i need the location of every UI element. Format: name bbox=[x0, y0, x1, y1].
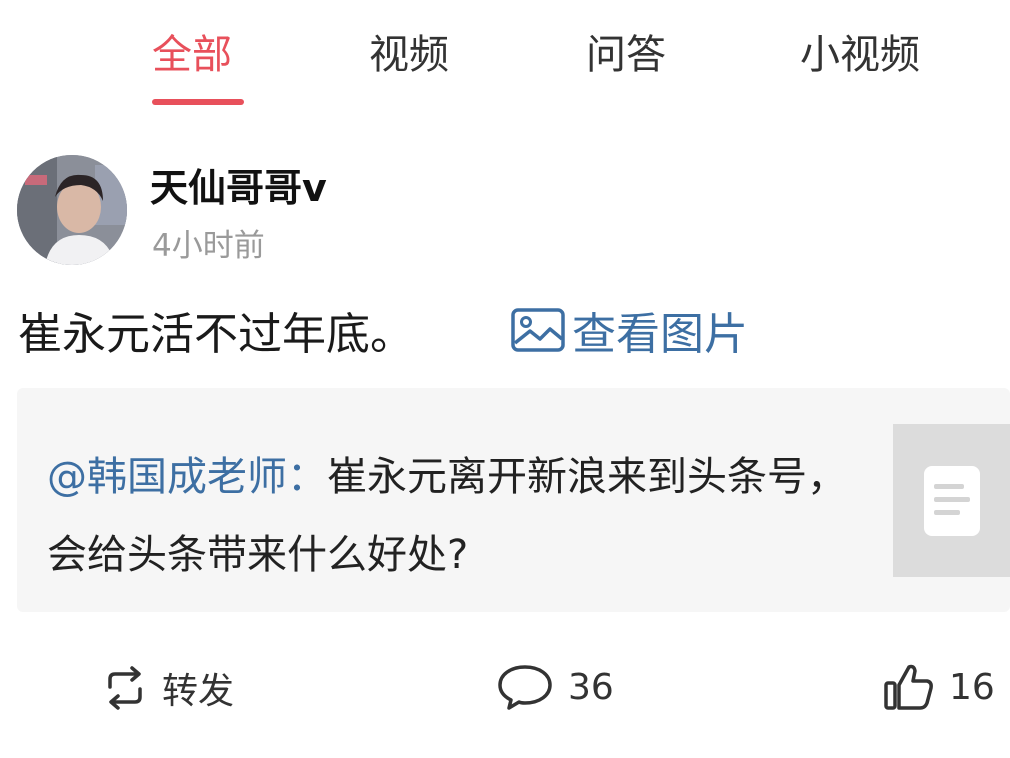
tab-short-video[interactable]: 小视频 bbox=[800, 22, 920, 80]
quoted-post-card[interactable]: @韩国成老师：崔永元离开新浪来到头条号，会给头条带来什么好处? bbox=[17, 388, 1010, 612]
comment-icon bbox=[498, 665, 552, 710]
post-timestamp: 4小时前 bbox=[152, 228, 265, 264]
view-images-label: 查看图片 bbox=[572, 309, 748, 360]
picture-icon bbox=[511, 308, 565, 352]
tab-qa[interactable]: 问答 bbox=[586, 22, 666, 80]
repost-button[interactable]: 转发 bbox=[102, 662, 234, 714]
like-icon bbox=[884, 664, 933, 710]
repost-label: 转发 bbox=[162, 671, 235, 712]
tab-video[interactable]: 视频 bbox=[369, 22, 449, 80]
view-images-link[interactable]: 查看图片 bbox=[510, 298, 748, 362]
tab-all[interactable]: 全部 bbox=[152, 22, 232, 80]
repost-icon bbox=[108, 666, 142, 710]
post-text: 崔永元活不过年底。 bbox=[18, 309, 414, 360]
active-tab-indicator bbox=[152, 99, 244, 105]
document-icon bbox=[923, 465, 980, 536]
quoted-post-text: @韩国成老师：崔永元离开新浪来到头条号，会给头条带来什么好处? bbox=[47, 438, 857, 594]
author-name[interactable]: 天仙哥哥v bbox=[150, 157, 327, 212]
like-button[interactable]: 16 bbox=[883, 662, 995, 712]
top-tab-bar: 全部 视频 问答 小视频 bbox=[0, 0, 1010, 130]
avatar-photo bbox=[17, 155, 127, 265]
comment-button[interactable]: 36 bbox=[496, 662, 614, 712]
avatar[interactable] bbox=[17, 155, 127, 265]
quoted-thumbnail bbox=[893, 424, 1010, 577]
like-count: 16 bbox=[949, 666, 995, 708]
quoted-mention[interactable]: @韩国成老师： bbox=[47, 454, 327, 500]
comment-count: 36 bbox=[568, 666, 614, 708]
